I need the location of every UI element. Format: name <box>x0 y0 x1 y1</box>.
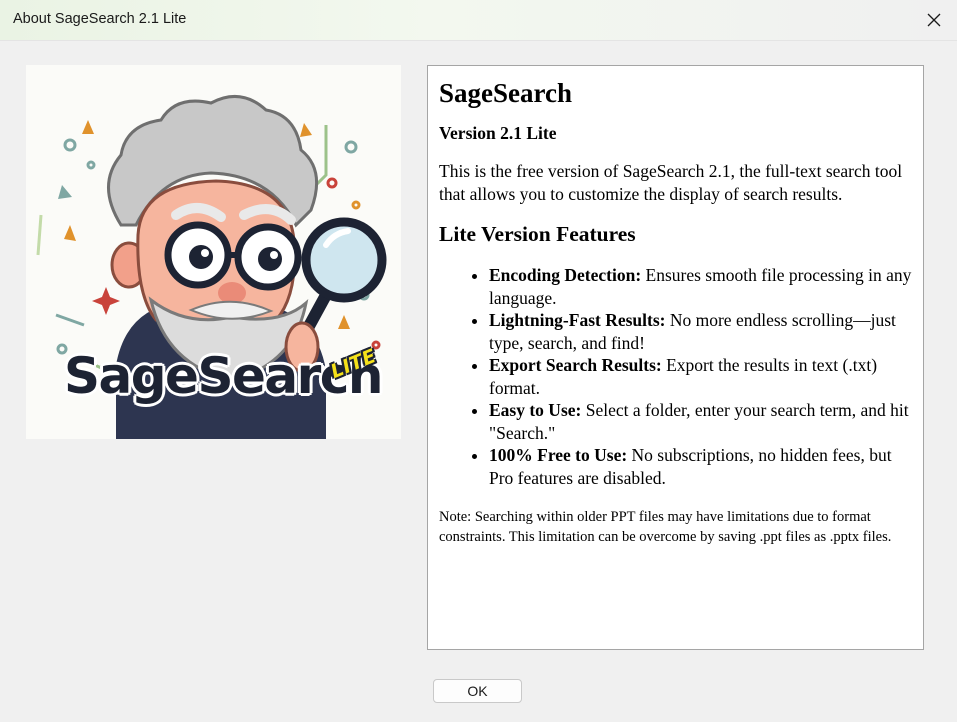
app-logo: SageSearch LITE <box>26 65 401 439</box>
title-bar: About SageSearch 2.1 Lite <box>0 0 957 41</box>
feature-title: Lightning-Fast Results: <box>489 310 666 330</box>
features-list: Encoding Detection: Ensures smooth file … <box>439 264 912 489</box>
close-button[interactable] <box>911 0 957 40</box>
features-heading: Lite Version Features <box>439 222 636 246</box>
version-heading: Version 2.1 Lite <box>439 123 557 143</box>
feature-title: 100% Free to Use: <box>489 445 628 465</box>
feature-item-fast-results: Lightning-Fast Results: No more endless … <box>489 309 912 354</box>
about-info-panel: SageSearch Version 2.1 Lite This is the … <box>427 65 924 650</box>
feature-item-encoding: Encoding Detection: Ensures smooth file … <box>489 264 912 309</box>
feature-item-easy-to-use: Easy to Use: Select a folder, enter your… <box>489 399 912 444</box>
feature-title: Encoding Detection: <box>489 265 642 285</box>
ppt-limitation-note: Note: Searching within older PPT files m… <box>439 509 892 545</box>
window-title: About SageSearch 2.1 Lite <box>13 11 187 27</box>
feature-title: Easy to Use: <box>489 400 582 420</box>
app-name-heading: SageSearch <box>439 78 572 108</box>
feature-item-free: 100% Free to Use: No subscriptions, no h… <box>489 444 912 489</box>
ok-button[interactable]: OK <box>433 679 522 703</box>
feature-title: Export Search Results: <box>489 355 662 375</box>
app-description: This is the free version of SageSearch 2… <box>439 161 903 204</box>
feature-item-export: Export Search Results: Export the result… <box>489 354 912 399</box>
close-icon <box>927 13 941 27</box>
